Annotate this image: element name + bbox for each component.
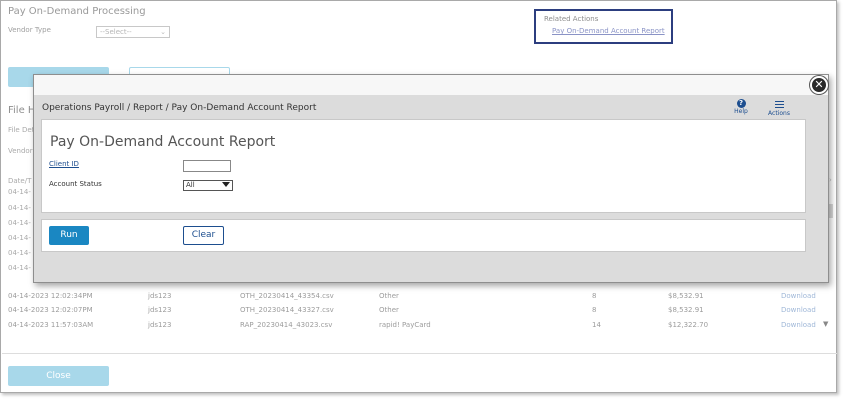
vendor-type-value: --Select--	[100, 28, 132, 36]
download-link[interactable]: Download	[781, 321, 816, 329]
download-link[interactable]: Download	[781, 292, 816, 300]
scrollbar-thumb[interactable]	[829, 204, 833, 218]
vendor-label: Vendor	[8, 147, 33, 155]
cell-file: OTH_20230414_43327.csv	[240, 306, 334, 314]
actions-label: Actions	[768, 109, 790, 117]
report-form-panel: Pay On-Demand Account Report Client ID A…	[41, 119, 806, 213]
account-status-label: Account Status	[49, 180, 102, 188]
cell-user: jds123	[148, 292, 172, 300]
cell-date: 04-14-2023 11:57:03AM	[8, 321, 94, 329]
cell-count: 8	[592, 306, 597, 314]
help-label: Help	[734, 108, 748, 115]
cell-type: Other	[379, 306, 399, 314]
cell-date: 04-14-2023 12:02:07PM	[8, 306, 93, 314]
scroll-down-icon[interactable]: ▼	[823, 320, 828, 328]
cell-type: rapid! PayCard	[379, 321, 431, 329]
modal-header-strip	[34, 75, 828, 95]
cell-file: OTH_20230414_43354.csv	[240, 292, 334, 300]
close-button[interactable]: Close	[8, 366, 109, 386]
run-button[interactable]: Run	[49, 226, 89, 245]
table-row-date: 04-14-	[8, 219, 31, 227]
related-actions-title: Related Actions	[544, 15, 599, 23]
cell-count: 8	[592, 292, 597, 300]
cell-date: 04-14-2023 12:02:34PM	[8, 292, 93, 300]
table-row-date: 04-14-	[8, 204, 31, 212]
chevron-down-icon	[222, 182, 230, 187]
actions-button[interactable]: Actions	[765, 99, 793, 117]
vendor-type-label: Vendor Type	[8, 26, 51, 34]
divider	[2, 353, 837, 354]
file-detail-label: File Det	[8, 126, 35, 134]
close-icon[interactable]: ✕	[810, 76, 828, 94]
table-row-date: 04-14-	[8, 249, 31, 257]
account-status-value: All	[186, 181, 195, 189]
clear-button[interactable]: Clear	[183, 226, 224, 245]
table-row-date: 04-14-	[8, 234, 31, 242]
client-id-input[interactable]	[183, 160, 231, 172]
cell-amount: $8,532.91	[668, 292, 704, 300]
table-row-date: 04-14-	[8, 264, 31, 272]
cell-amount: $12,322.70	[668, 321, 709, 329]
page-title: Pay On-Demand Processing	[8, 6, 146, 17]
download-link[interactable]: Download	[781, 306, 816, 314]
cell-amount: $8,532.91	[668, 306, 704, 314]
cell-type: Other	[379, 292, 399, 300]
cell-user: jds123	[148, 306, 172, 314]
report-modal: Operations Payroll / Report / Pay On-Dem…	[33, 74, 829, 283]
breadcrumb: Operations Payroll / Report / Pay On-Dem…	[42, 103, 317, 113]
cell-count: 14	[592, 321, 601, 329]
related-action-link[interactable]: Pay On-Demand Account Report	[552, 27, 665, 35]
report-title: Pay On-Demand Account Report	[50, 134, 276, 150]
account-status-select[interactable]: All	[183, 180, 233, 191]
table-row-date: 04-14-	[8, 188, 31, 196]
client-id-link[interactable]: Client ID	[49, 160, 79, 168]
cell-user: jds123	[148, 321, 172, 329]
vendor-type-select[interactable]: --Select-- ⌄	[96, 26, 170, 38]
date-column-header: Date/T	[8, 177, 32, 185]
cell-file: RAP_20230414_43023.csv	[240, 321, 333, 329]
help-button[interactable]: ? Help	[731, 99, 751, 115]
hamburger-menu-icon	[774, 100, 784, 108]
help-icon: ?	[736, 99, 746, 108]
chevron-down-icon: ⌄	[160, 28, 166, 36]
related-actions-panel: Related Actions Pay On-Demand Account Re…	[534, 9, 673, 44]
scroll-indicator: ›	[829, 176, 832, 184]
modal-button-bar: Run Clear	[41, 219, 806, 252]
